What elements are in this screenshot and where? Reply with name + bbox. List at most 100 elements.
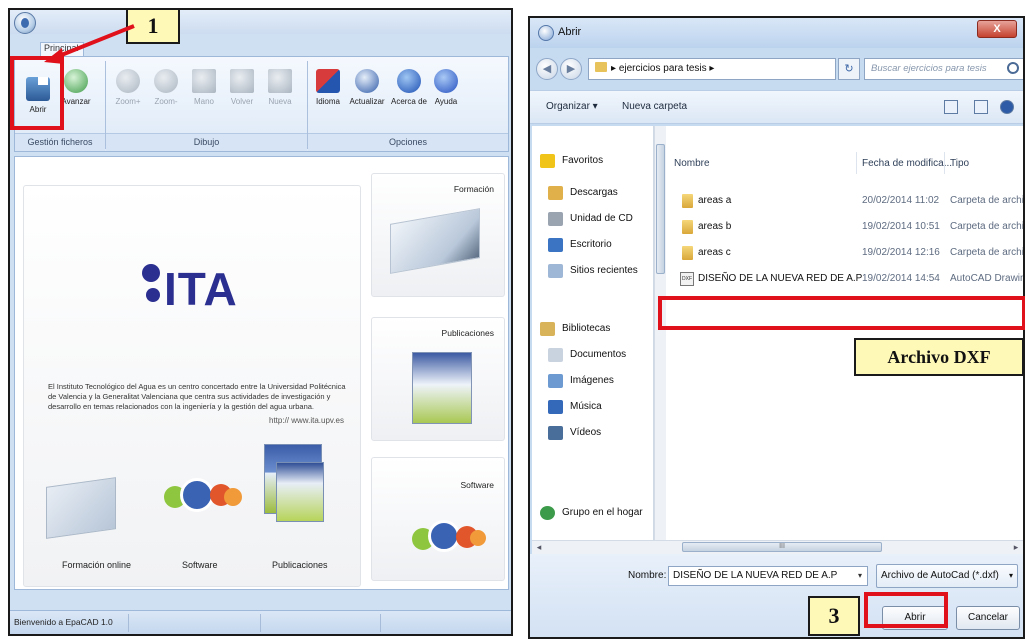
- column-header-type[interactable]: Tipo: [950, 158, 969, 169]
- file-row[interactable]: areas c 19/02/2014 12:16 Carpeta de arch…: [666, 242, 1023, 264]
- update-button[interactable]: Actualizar: [347, 63, 387, 119]
- new-folder-button[interactable]: Nueva carpeta: [622, 101, 687, 112]
- folder-icon: [682, 194, 693, 208]
- nav-item-documents[interactable]: Documentos: [548, 346, 626, 364]
- nav-item-videos[interactable]: Vídeos: [548, 424, 601, 442]
- publications-thumbnail: [412, 352, 472, 424]
- navigation-scrollbar[interactable]: [654, 126, 666, 540]
- file-type: Carpeta de archivos: [950, 247, 1024, 258]
- start-page: ITA El Instituto Tecnológico del Agua es…: [14, 156, 509, 590]
- cancel-button[interactable]: Cancelar: [956, 606, 1020, 630]
- organize-menu[interactable]: Organizar ▾: [546, 101, 598, 112]
- nav-item-music[interactable]: Música: [548, 398, 602, 416]
- arrow-line: [53, 24, 135, 60]
- help-button[interactable]: Ayuda: [429, 63, 463, 119]
- side-panel-title: Formación: [453, 184, 494, 194]
- file-row[interactable]: areas b 19/02/2014 10:51 Carpeta de arch…: [666, 216, 1023, 238]
- column-separator[interactable]: [856, 152, 857, 174]
- horizontal-scrollbar[interactable]: ◂ III ▸: [532, 540, 1023, 554]
- scroll-right-arrow[interactable]: ▸: [1009, 541, 1023, 554]
- back-label: Volver: [230, 97, 254, 106]
- side-panel-training[interactable]: Formación: [371, 173, 505, 297]
- back-icon: [230, 69, 254, 93]
- nav-label: Grupo en el hogar: [562, 507, 643, 518]
- about-button[interactable]: Acerca de: [389, 63, 429, 119]
- language-button[interactable]: Idioma: [311, 63, 345, 119]
- view-options-icon[interactable]: [944, 100, 958, 114]
- file-name: DISEÑO DE LA NUEVA RED DE A.P: [698, 273, 863, 284]
- nav-item-recent-places[interactable]: Sitios recientes: [548, 262, 638, 280]
- nav-item-libraries[interactable]: Bibliotecas: [540, 320, 610, 338]
- side-panel-publications[interactable]: Publicaciones: [371, 317, 505, 441]
- file-date: 20/02/2014 11:02: [862, 195, 940, 206]
- nav-item-homegroup[interactable]: Grupo en el hogar: [540, 504, 643, 522]
- filename-label: Nombre:: [628, 570, 667, 581]
- new-button[interactable]: Nueva: [263, 63, 297, 119]
- file-date: 19/02/2014 10:51: [862, 221, 940, 232]
- refresh-button[interactable]: ↻: [838, 58, 860, 80]
- column-header-date[interactable]: Fecha de modifica...: [862, 158, 952, 169]
- online-training-thumbnail[interactable]: [46, 477, 116, 539]
- software-ball-icon: [224, 488, 242, 506]
- close-button[interactable]: X: [977, 20, 1017, 38]
- zoom-out-label: Zoom-: [154, 97, 178, 106]
- horizontal-scroll-thumb[interactable]: III: [682, 542, 882, 552]
- back-button[interactable]: Volver: [225, 63, 259, 119]
- nav-label: Música: [570, 401, 602, 412]
- app-menu-orb-icon[interactable]: [14, 12, 36, 34]
- forward-nav-button[interactable]: ▶: [560, 58, 582, 80]
- hand-label: Mano: [193, 97, 214, 106]
- advance-button[interactable]: Avanzar: [59, 63, 93, 119]
- nav-item-cd-drive[interactable]: Unidad de CD: [548, 210, 633, 228]
- filename-input[interactable]: DISEÑO DE LA NUEVA RED DE A.P: [668, 566, 868, 586]
- group-label-options: Opciones: [308, 133, 508, 151]
- label-publications[interactable]: Publicaciones: [272, 560, 328, 570]
- address-bar[interactable]: ▸ ejercicios para tesis ▸: [588, 58, 836, 80]
- nav-item-favorites[interactable]: Favoritos: [540, 152, 603, 170]
- preview-pane-icon[interactable]: [974, 100, 988, 114]
- file-type-select[interactable]: Archivo de AutoCad (*.dxf) ▾: [876, 564, 1018, 588]
- label-online-training[interactable]: Formación online: [62, 560, 131, 570]
- nav-item-downloads[interactable]: Descargas: [548, 184, 618, 202]
- nav-label: Bibliotecas: [562, 323, 611, 334]
- ita-panel: ITA El Instituto Tecnológico del Agua es…: [23, 185, 361, 587]
- scroll-thumb[interactable]: [656, 144, 665, 274]
- scroll-left-arrow[interactable]: ◂: [532, 541, 546, 554]
- publications-book-thumbnail[interactable]: [276, 462, 324, 522]
- nav-item-pictures[interactable]: Imágenes: [548, 372, 614, 390]
- column-header-name[interactable]: Nombre: [674, 158, 710, 169]
- side-panel-software[interactable]: Software: [371, 457, 505, 581]
- zoom-in-label: Zoom+: [115, 97, 141, 106]
- advance-icon: [64, 69, 88, 93]
- label-software[interactable]: Software: [182, 560, 218, 570]
- help-icon[interactable]: [1000, 100, 1014, 114]
- file-row-dxf[interactable]: DXF DISEÑO DE LA NUEVA RED DE A.P 19/02/…: [666, 268, 1023, 290]
- file-date: 19/02/2014 12:16: [862, 247, 940, 258]
- zoom-out-button[interactable]: Zoom-: [149, 63, 183, 119]
- file-row[interactable]: areas a 20/02/2014 11:02 Carpeta de arch…: [666, 190, 1023, 212]
- column-separator[interactable]: [944, 152, 945, 174]
- chevron-down-icon[interactable]: ▾: [852, 566, 868, 586]
- search-icon: [1007, 62, 1019, 74]
- zoom-in-button[interactable]: Zoom+: [111, 63, 145, 119]
- nav-label: Documentos: [570, 349, 627, 360]
- hand-button[interactable]: Mano: [187, 63, 221, 119]
- file-type: AutoCAD Drawing...: [950, 273, 1023, 284]
- pictures-icon: [548, 374, 563, 388]
- logo-text: ITA: [164, 263, 238, 315]
- nav-item-desktop[interactable]: Escritorio: [548, 236, 612, 254]
- new-label: Nueva: [268, 97, 292, 106]
- ita-url[interactable]: http:// www.ita.upv.es: [269, 416, 344, 425]
- file-date: 19/02/2014 14:54: [862, 273, 940, 284]
- highlight-dxf-file: [658, 296, 1025, 330]
- search-input[interactable]: Buscar ejercicios para tesis: [864, 58, 1023, 80]
- search-placeholder: Buscar ejercicios para tesis: [871, 63, 987, 74]
- nav-label: Sitios recientes: [570, 265, 638, 276]
- back-nav-button[interactable]: ◀: [536, 58, 558, 80]
- ita-description: El Instituto Tecnológico del Agua es un …: [48, 382, 346, 411]
- file-type-value: Archivo de AutoCad (*.dxf): [881, 570, 999, 581]
- file-name: areas a: [698, 195, 732, 206]
- software-ball-icon: [180, 478, 214, 512]
- update-label: Actualizar: [349, 97, 385, 106]
- chevron-down-icon: ▾: [1008, 571, 1013, 580]
